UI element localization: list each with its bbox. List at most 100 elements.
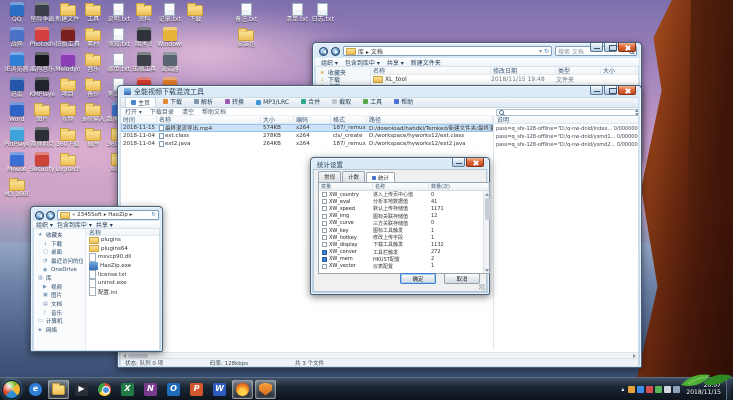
toolbar-item[interactable]: 帮助文档 [202, 108, 226, 116]
variable-row[interactable]: XW_conver 工具栏触发 272 [319, 249, 489, 256]
scroll-down-arrow[interactable] [485, 268, 489, 272]
ribbon-tab[interactable]: 解析 [189, 96, 218, 107]
column-size[interactable]: 大小 [601, 67, 636, 75]
checkbox[interactable] [322, 192, 327, 198]
close-button[interactable] [466, 158, 484, 167]
nav-item[interactable]: ★ 收藏夹 [34, 231, 85, 240]
column-count[interactable]: 数量(次) [429, 183, 489, 190]
minimize-button[interactable] [452, 158, 465, 167]
desktop-icon[interactable]: 压缩工具 [132, 52, 158, 77]
explorer-folder-icon[interactable] [48, 379, 69, 399]
checkbox[interactable] [322, 249, 327, 255]
scroll-up-arrow[interactable] [485, 192, 489, 196]
variable-row[interactable]: XW_country 进入上传页中心值 0 [319, 191, 489, 198]
nav-item[interactable]: ★ 收藏夹 [316, 69, 370, 77]
variable-row[interactable]: XW_vector 仪表配置 1 [319, 263, 489, 270]
excel-icon[interactable]: X [117, 380, 138, 399]
desktop-icon[interactable]: 音乐 [81, 52, 107, 77]
file-row[interactable]: plugins64 [86, 245, 159, 254]
nav-item[interactable]: ▤ 文档 [34, 300, 85, 309]
desktop-icon[interactable]: 记录.txt [157, 2, 183, 27]
minimize-button[interactable] [590, 86, 603, 95]
desktop-icon[interactable]: 清单.txt [285, 2, 311, 27]
nav-item[interactable]: ◈ 网络 [34, 326, 85, 335]
desktop-icon[interactable]: 调试器 [157, 52, 183, 77]
desktop-icon[interactable]: 素材 [81, 27, 107, 52]
variable-row[interactable]: XW_display 下载工具触发 1132 [319, 241, 489, 248]
desktop-icon[interactable]: 备份 [81, 77, 107, 102]
ribbon-tab[interactable]: 下载 [158, 96, 187, 107]
nav-item[interactable]: ↓ 下载 [34, 240, 85, 249]
desktop-icon[interactable]: 下载 [183, 2, 209, 27]
desktop-icon[interactable]: 酷狗音乐 [30, 52, 56, 77]
desktop-icon[interactable]: KMPlayer [30, 77, 56, 102]
huorong-flame-icon[interactable] [232, 379, 253, 399]
nav-item[interactable]: ◉ OneDrive [34, 265, 85, 274]
ribbon-tab[interactable]: 主页 [125, 97, 157, 107]
column-codec[interactable]: 编码 [294, 116, 331, 124]
ok-button[interactable]: 确定 [400, 273, 436, 284]
variable-row[interactable]: XW_img 图标关联存储值 12 [319, 213, 489, 220]
scrollbar-thumb[interactable] [128, 353, 148, 358]
outlook-icon[interactable]: O [163, 380, 184, 399]
desktop-icon[interactable]: 歌单.txt [106, 52, 132, 77]
dialog-tab[interactable]: 计数 [342, 171, 366, 182]
nav-item[interactable]: ♪ 音乐 [34, 308, 85, 317]
desktop-icon[interactable]: Word [4, 102, 30, 127]
desktop-icon[interactable]: Logitech [55, 152, 81, 177]
checkbox[interactable] [322, 228, 327, 234]
column-name[interactable]: 名称 [157, 116, 261, 124]
tray-app-orange[interactable] [628, 385, 636, 393]
hidden-icons-arrow[interactable]: ▴ [619, 386, 626, 393]
table-row[interactable]: 2018-11-15 最终混流导出.mp4 574KB x264 187/_re… [121, 124, 493, 132]
ie-icon[interactable]: e [25, 380, 46, 399]
desktop-icon[interactable]: Photoshop [30, 27, 56, 52]
variable-row[interactable]: XW_mem HKUST配置 2 [319, 256, 489, 263]
onenote-icon[interactable]: N [140, 380, 161, 399]
toolbar-item[interactable]: 新建文件夹 [411, 58, 441, 67]
resize-grip[interactable] [479, 284, 485, 290]
column-variable[interactable]: 变量 [319, 183, 373, 190]
column-name[interactable]: 名称 [371, 67, 491, 75]
back-button[interactable] [319, 46, 328, 56]
ribbon-tab[interactable]: 转换 [220, 96, 249, 107]
powerpoint-icon[interactable]: P [186, 380, 207, 399]
dialog-tab[interactable]: 常规 [318, 171, 342, 182]
dialog-tab[interactable]: 统计 [366, 172, 396, 182]
checkbox[interactable] [322, 242, 327, 248]
tray-app-green[interactable] [655, 385, 663, 393]
desktop-icon[interactable]: 说明.txt [106, 2, 132, 27]
toolbar-item[interactable]: 共享 ▾ [96, 220, 113, 229]
desktop-icon[interactable]: 360下载 [55, 127, 81, 152]
toolbar-item[interactable]: 组织 ▾ [36, 220, 53, 229]
refresh-icon[interactable]: ↻ [544, 48, 549, 55]
network-icon[interactable] [664, 385, 672, 393]
desktop-icon[interactable]: M3 1660 [4, 177, 30, 202]
filter-search-box[interactable] [496, 109, 638, 116]
checkbox[interactable] [322, 256, 327, 262]
desktop-icon[interactable]: 项目 [55, 77, 81, 102]
file-row[interactable]: HaoZip.exe [86, 261, 159, 271]
table-row[interactable]: 2018-11-04 ext.class 278KB x264 cls/_cre… [121, 132, 493, 140]
column-format[interactable]: 格式 [331, 116, 367, 124]
desktop-icon[interactable]: QQ [4, 2, 30, 27]
nav-item[interactable]: ↓ 下载 [316, 76, 370, 84]
back-button[interactable] [35, 210, 44, 220]
nav-item[interactable]: ▶ 视频 [34, 283, 85, 292]
description-row[interactable]: pass=q_sfx-128-offline="D:/q-nw-dnld/ysm… [494, 132, 638, 140]
desktop-icon[interactable]: 日志.txt [310, 2, 336, 27]
maximize-button[interactable] [604, 43, 617, 52]
tray-app-red[interactable] [646, 385, 654, 393]
desktop-icon[interactable]: Windows [157, 27, 183, 52]
tray-app-blue[interactable] [637, 385, 645, 393]
desktop-icon[interactable]: PotPlayer [4, 127, 30, 152]
nav-item[interactable]: ▢ 桌面 [34, 248, 85, 257]
column-name[interactable]: 名称 [373, 183, 429, 190]
desktop-icon[interactable]: 迅雷 [4, 77, 30, 102]
chevron-down-icon[interactable]: ▾ [539, 48, 542, 55]
description-row[interactable]: pass=q_sfx-128-offline="D:/q-nw-dnld/ind… [494, 124, 638, 132]
toolbar-item[interactable]: 组织 ▾ [321, 58, 338, 67]
file-row[interactable]: XL_tool 2018/11/15 19:48 文件夹 [371, 75, 638, 84]
close-button[interactable] [618, 43, 636, 52]
ribbon-tab[interactable]: MP3/LRC [251, 98, 294, 107]
